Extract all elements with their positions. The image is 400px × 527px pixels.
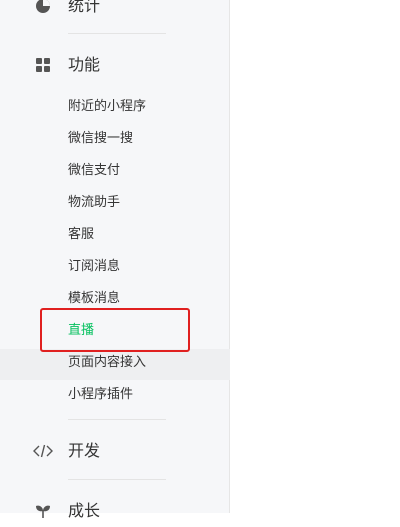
sidebar-item-label: 页面内容接入: [68, 355, 147, 370]
sidebar-item-label: 物流助手: [68, 195, 121, 210]
sidebar-item-subscribe-message[interactable]: 订阅消息: [0, 253, 230, 281]
sidebar-item-label: 订阅消息: [68, 259, 121, 274]
sidebar-item-label: 模板消息: [68, 291, 121, 306]
sidebar-item-label: 直播: [68, 323, 95, 338]
sidebar-section-growth[interactable]: 成长: [0, 495, 230, 527]
sidebar-section-growth-label: 成长: [68, 501, 101, 520]
sidebar-item-label: 小程序插件: [68, 387, 134, 402]
grid-icon: [36, 58, 50, 72]
sidebar-item-nearby-miniprogram[interactable]: 附近的小程序: [0, 93, 230, 121]
sidebar: 统计 功能 附近的小程序 微信搜一搜 微信支付 物流助手 客服 订阅消息 模板消…: [0, 0, 230, 520]
sidebar-item-label: 微信支付: [68, 163, 121, 178]
sidebar-section-stats-label: 统计: [68, 0, 101, 15]
sidebar-divider: [68, 479, 166, 480]
main-content: [230, 0, 400, 513]
sidebar-section-dev-label: 开发: [68, 441, 101, 460]
sidebar-section-dev[interactable]: 开发: [0, 435, 230, 467]
sidebar-section-stats[interactable]: 统计: [0, 0, 230, 22]
sidebar-item-page-content[interactable]: 页面内容接入: [0, 349, 230, 380]
sidebar-item-wechat-search[interactable]: 微信搜一搜: [0, 125, 230, 153]
sidebar-item-wechat-pay[interactable]: 微信支付: [0, 157, 230, 185]
sidebar-item-label: 微信搜一搜: [68, 131, 134, 146]
sidebar-section-features[interactable]: 功能: [0, 49, 230, 81]
sidebar-item-customer-service[interactable]: 客服: [0, 221, 230, 249]
sidebar-divider: [68, 33, 166, 34]
code-icon: [33, 444, 53, 458]
sidebar-item-label: 附近的小程序: [68, 99, 147, 114]
sprout-icon: [36, 505, 50, 518]
pie-chart-icon: [36, 0, 50, 13]
sidebar-item-label: 客服: [68, 227, 95, 242]
sidebar-item-template-message[interactable]: 模板消息: [0, 285, 230, 313]
sidebar-item-plugins[interactable]: 小程序插件: [0, 381, 230, 409]
sidebar-item-live[interactable]: 直播: [0, 317, 230, 345]
sidebar-item-logistics[interactable]: 物流助手: [0, 189, 230, 217]
sidebar-divider: [68, 419, 166, 420]
sidebar-section-features-label: 功能: [68, 55, 101, 74]
